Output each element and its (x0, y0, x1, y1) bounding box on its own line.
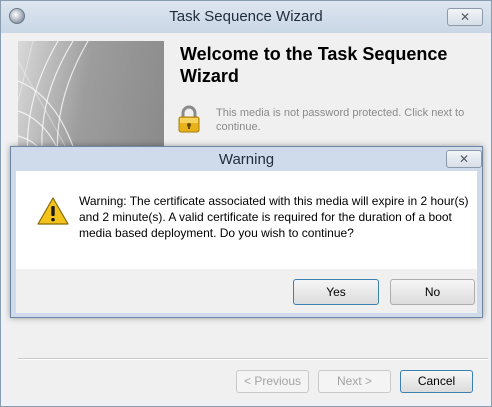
yes-button[interactable]: Yes (293, 279, 379, 305)
wizard-close-button[interactable]: ✕ (447, 8, 483, 26)
previous-button[interactable]: < Previous (236, 370, 309, 393)
wizard-banner-image (18, 41, 164, 161)
warning-dialog: Warning ✕ Warning: The certificate assoc… (10, 146, 483, 318)
wizard-title: Task Sequence Wizard (169, 8, 323, 25)
warning-dialog-title-bar[interactable]: Warning ✕ (11, 147, 482, 171)
warning-dialog-body: Warning: The certificate associated with… (16, 171, 477, 313)
warning-dialog-close-button[interactable]: ✕ (446, 150, 482, 168)
no-button[interactable]: No (390, 279, 475, 305)
wizard-heading: Welcome to the Task Sequence Wizard (180, 44, 448, 86)
lock-message: This media is not password protected. Cl… (216, 107, 465, 133)
warning-message: Warning: The certificate associated with… (79, 194, 469, 240)
cancel-button[interactable]: Cancel (400, 370, 473, 393)
warning-dialog-title: Warning (218, 151, 275, 168)
warning-icon (37, 197, 69, 225)
button-separator-highlight (18, 359, 488, 360)
wizard-title-bar[interactable]: Task Sequence Wizard ✕ (1, 1, 491, 33)
lock-icon (178, 105, 200, 133)
warning-dialog-footer: Yes No (16, 269, 477, 313)
next-button[interactable]: Next > (318, 370, 391, 393)
